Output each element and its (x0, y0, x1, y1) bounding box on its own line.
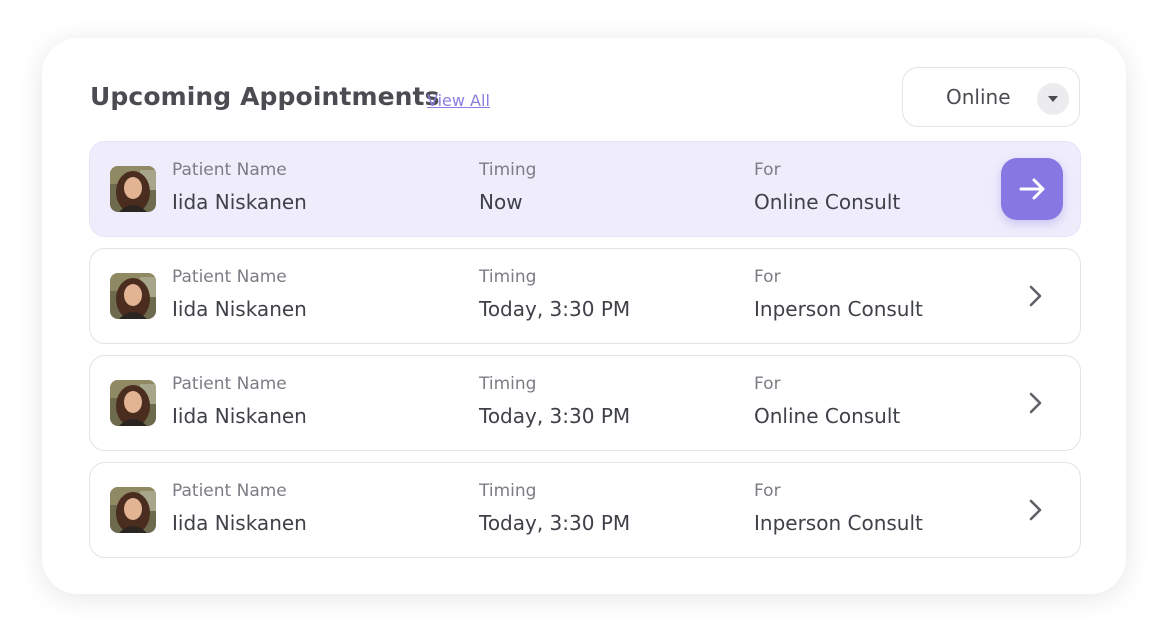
timing-value: Today, 3:30 PM (479, 404, 631, 428)
avatar (110, 273, 156, 319)
appointment-row[interactable]: Patient Name Iida Niskanen Timing Now Fo… (89, 141, 1081, 237)
patient-name-value: Iida Niskanen (172, 511, 307, 535)
for-label: For (754, 481, 781, 501)
caret-down-icon[interactable] (1037, 83, 1069, 115)
timing-label: Timing (479, 267, 537, 287)
timing-value: Now (479, 190, 523, 214)
patient-name-label: Patient Name (172, 374, 287, 394)
timing-label: Timing (479, 481, 537, 501)
dropdown-selected-value: Online (946, 85, 1011, 109)
for-label: For (754, 374, 781, 394)
avatar (110, 487, 156, 533)
for-value: Online Consult (754, 404, 901, 428)
timing-value: Today, 3:30 PM (479, 511, 631, 535)
patient-name-value: Iida Niskanen (172, 297, 307, 321)
appointment-row[interactable]: Patient Name Iida Niskanen Timing Today,… (89, 355, 1081, 451)
for-label: For (754, 160, 781, 180)
chevron-right-icon[interactable] (1020, 495, 1050, 525)
for-value: Inperson Consult (754, 297, 923, 321)
timing-label: Timing (479, 374, 537, 394)
patient-name-value: Iida Niskanen (172, 190, 307, 214)
chevron-right-icon[interactable] (1020, 281, 1050, 311)
open-appointment-button[interactable] (1001, 158, 1063, 220)
patient-name-label: Patient Name (172, 481, 287, 501)
view-all-link[interactable]: View All (427, 91, 490, 110)
consult-type-dropdown[interactable]: Online (902, 67, 1080, 127)
avatar (110, 166, 156, 212)
patient-name-label: Patient Name (172, 160, 287, 180)
avatar (110, 380, 156, 426)
patient-name-label: Patient Name (172, 267, 287, 287)
for-label: For (754, 267, 781, 287)
arrow-right-icon (1019, 178, 1045, 200)
timing-label: Timing (479, 160, 537, 180)
appointment-row[interactable]: Patient Name Iida Niskanen Timing Today,… (89, 462, 1081, 558)
timing-value: Today, 3:30 PM (479, 297, 631, 321)
for-value: Online Consult (754, 190, 901, 214)
chevron-right-icon[interactable] (1020, 388, 1050, 418)
for-value: Inperson Consult (754, 511, 923, 535)
patient-name-value: Iida Niskanen (172, 404, 307, 428)
appointment-row[interactable]: Patient Name Iida Niskanen Timing Today,… (89, 248, 1081, 344)
appointments-card: Upcoming Appointments View All Online Pa… (42, 38, 1126, 594)
section-title: Upcoming Appointments (90, 82, 440, 111)
